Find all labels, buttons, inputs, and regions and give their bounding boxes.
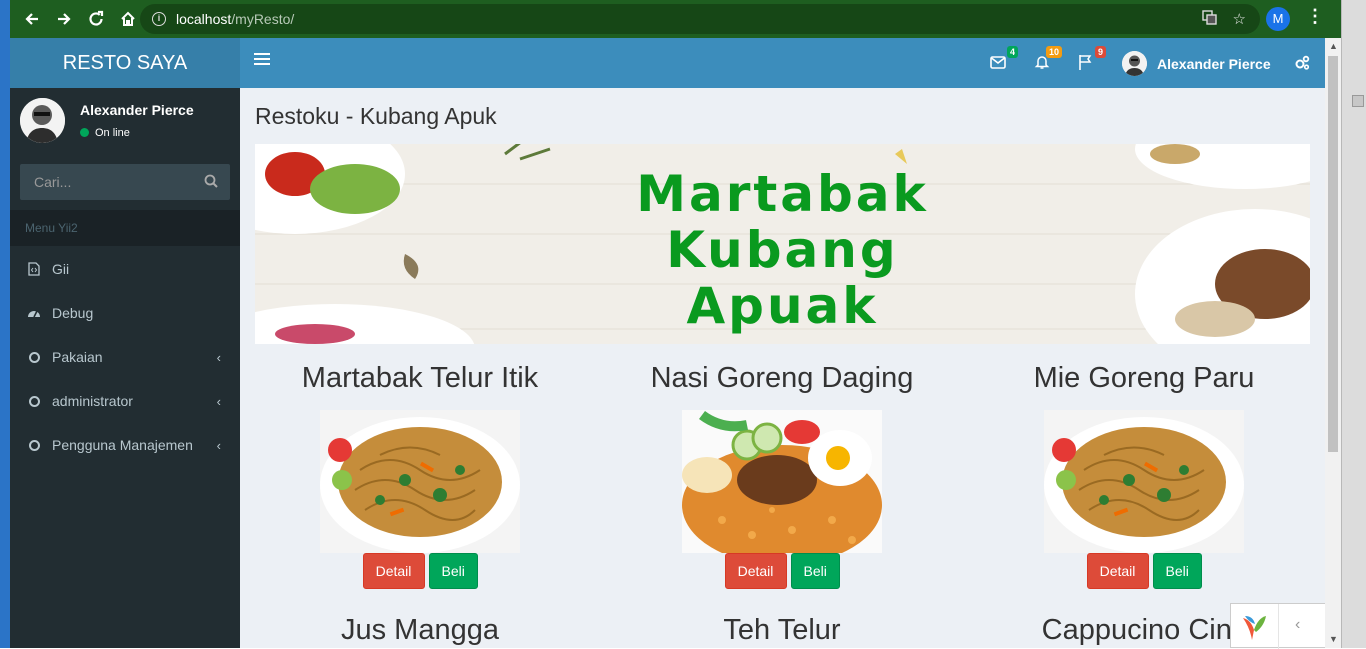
bookmark-star-icon[interactable]: ☆ <box>1233 10 1246 29</box>
banner-title: Martabak Kubang Apuak <box>636 165 929 335</box>
page-title: Restoku - Kubang Apuk <box>255 103 497 129</box>
mie-goreng-photo[interactable] <box>1044 410 1244 553</box>
notifications-menu[interactable]: 10 <box>1034 46 1062 72</box>
sidebar-item-label: Pakaian <box>52 349 103 365</box>
detail-button[interactable]: Detail <box>362 553 425 589</box>
sidebar-item-administrator[interactable]: administrator ‹ <box>10 379 240 423</box>
url-host: localhost <box>176 11 232 27</box>
mie-goreng-photo[interactable] <box>320 410 520 553</box>
user-menu[interactable]: Alexander Pierce <box>1122 51 1271 76</box>
search-input[interactable] <box>20 164 230 200</box>
main-content: Restoku - Kubang Apuk Martabak Kubang Ap… <box>240 88 1325 648</box>
sidebar-item-pakaian[interactable]: Pakaian ‹ <box>10 335 240 379</box>
reload-icon[interactable] <box>80 3 112 35</box>
browser-menu-icon[interactable]: ⋮ <box>1306 6 1324 27</box>
product-name: Mie Goreng Paru <box>1033 362 1255 394</box>
user-status: On line <box>80 127 130 139</box>
sidebar-menu-header: Menu Yii2 <box>10 210 240 246</box>
window-frame-left <box>0 0 10 648</box>
url-path: /myResto/ <box>231 11 295 27</box>
settings-gears-icon[interactable] <box>1294 55 1310 76</box>
chevron-left-icon: ‹ <box>216 394 221 409</box>
window-frame-right <box>1341 0 1366 648</box>
top-navbar: 4 10 9 Alexander Pierce <box>240 38 1325 88</box>
circle-icon <box>28 439 40 451</box>
user-avatar-small <box>1122 51 1147 76</box>
app-logo[interactable]: RESTO SAYA <box>10 38 240 88</box>
messages-count-badge: 4 <box>1006 46 1018 58</box>
toolbar-collapse-icon[interactable]: ‹ <box>1295 616 1300 634</box>
product-card: Mie Goreng Paru Detail Beli <box>964 362 1324 589</box>
product-card: Martabak Telur Itik Detail Beli <box>240 362 600 589</box>
header-user-name: Alexander Pierce <box>1157 55 1271 72</box>
product-name: Teh Telur <box>723 614 841 646</box>
circle-icon <box>28 395 40 407</box>
scroll-up-icon[interactable]: ▲ <box>1329 41 1338 51</box>
sidebar-item-label: Gii <box>52 261 70 277</box>
user-avatar <box>20 98 65 143</box>
side-tool-icon[interactable] <box>1352 95 1364 107</box>
scroll-down-icon[interactable]: ▼ <box>1329 634 1338 644</box>
circle-icon <box>28 351 40 363</box>
forward-arrow-icon[interactable] <box>48 3 80 35</box>
sidebar-item-label: Pengguna Manajemen <box>52 437 193 453</box>
address-bar[interactable]: i localhost/myResto/ ☆ <box>140 4 1260 34</box>
sidebar: Alexander Pierce On line Menu Yii2 Gii D… <box>10 88 240 648</box>
sidebar-menu: Gii Debug Pakaian ‹ administrator ‹ Peng… <box>10 247 240 467</box>
product-card: Nasi Goreng Daging Detail Beli <box>602 362 962 589</box>
messages-menu[interactable]: 4 <box>990 46 1018 72</box>
envelope-icon <box>990 56 1006 69</box>
sidebar-search <box>20 164 230 200</box>
user-panel: Alexander Pierce On line <box>10 88 240 162</box>
translate-icon[interactable] <box>1201 10 1217 29</box>
product-card: Teh Telur <box>602 614 962 648</box>
sidebar-toggle-icon[interactable] <box>254 53 270 73</box>
product-name: Martabak Telur Itik <box>301 362 539 394</box>
chevron-left-icon: ‹ <box>216 350 221 365</box>
online-dot-icon <box>80 128 89 137</box>
dashboard-icon <box>27 306 41 320</box>
nasi-goreng-photo[interactable] <box>682 410 882 553</box>
flag-icon <box>1079 55 1092 70</box>
yii-logo-icon[interactable] <box>1239 612 1269 647</box>
detail-button[interactable]: Detail <box>724 553 787 589</box>
profile-avatar[interactable]: M <box>1266 7 1290 31</box>
info-icon[interactable]: i <box>152 12 166 26</box>
sidebar-item-pengguna-manajemen[interactable]: Pengguna Manajemen ‹ <box>10 423 240 467</box>
chevron-left-icon: ‹ <box>216 438 221 453</box>
notifications-count-badge: 10 <box>1045 46 1062 58</box>
detail-button[interactable]: Detail <box>1086 553 1149 589</box>
sidebar-user-name: Alexander Pierce <box>80 102 194 118</box>
product-name: Jus Mangga <box>341 614 499 646</box>
buy-button[interactable]: Beli <box>790 553 840 589</box>
scroll-thumb[interactable] <box>1328 56 1338 452</box>
sidebar-item-label: administrator <box>52 393 133 409</box>
sidebar-item-debug[interactable]: Debug <box>10 291 240 335</box>
product-name: Nasi Goreng Daging <box>650 362 914 394</box>
search-icon[interactable] <box>204 174 218 193</box>
buy-button[interactable]: Beli <box>428 553 478 589</box>
page-scrollbar[interactable]: ▲ ▼ <box>1325 38 1341 648</box>
banner-image: Martabak Kubang Apuak <box>255 144 1310 344</box>
tasks-menu[interactable]: 9 <box>1078 46 1106 72</box>
buy-button[interactable]: Beli <box>1152 553 1202 589</box>
sidebar-item-gii[interactable]: Gii <box>10 247 240 291</box>
back-arrow-icon[interactable] <box>16 3 48 35</box>
file-code-icon <box>27 262 41 276</box>
yii-debug-toolbar[interactable]: ‹ <box>1230 603 1325 649</box>
product-card: Jus Mangga <box>240 614 600 648</box>
sidebar-item-label: Debug <box>52 305 94 321</box>
tasks-count-badge: 9 <box>1094 46 1106 58</box>
